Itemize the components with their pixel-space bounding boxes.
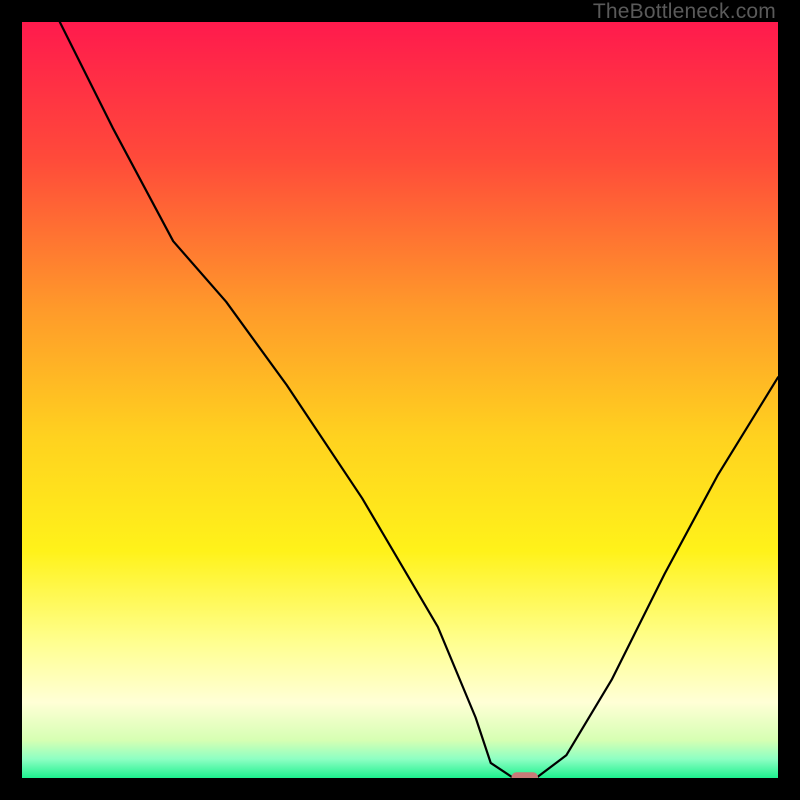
optimal-marker — [512, 772, 539, 778]
watermark-label: TheBottleneck.com — [593, 0, 776, 24]
chart-frame — [22, 22, 778, 778]
bottleneck-chart — [22, 22, 778, 778]
chart-background — [22, 22, 778, 778]
